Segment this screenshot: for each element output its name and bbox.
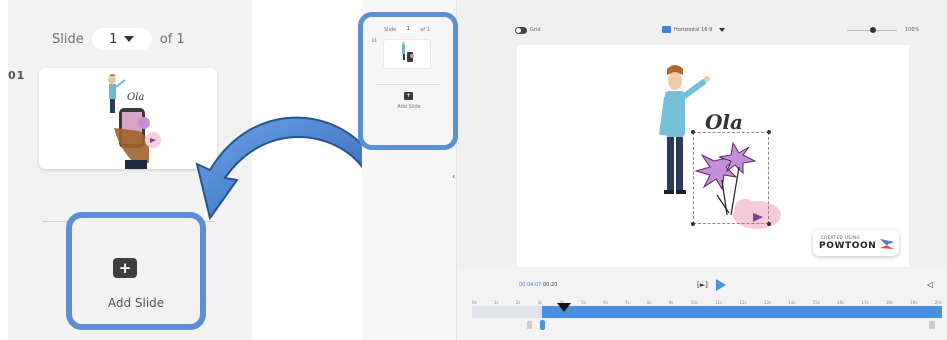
- editor-screenshot: Slide 1 of 1 01 + Add Slide ‹ Grid Horiz…: [358, 0, 947, 340]
- timeline-track[interactable]: [472, 306, 942, 318]
- tutorial-screenshot: Slide 1 of 1 01 Ola + Add Slide Slide 1 …: [0, 0, 947, 340]
- resize-handle[interactable]: [691, 222, 695, 226]
- slide-thumbnail-number: 01: [8, 69, 26, 82]
- add-slide-label: Add Slide: [107, 296, 165, 310]
- playhead-icon[interactable]: [557, 303, 571, 312]
- watermark-brand: POWTOON: [819, 241, 877, 251]
- current-time: 00:04.07: [519, 282, 542, 288]
- slide-number-dropdown[interactable]: 1: [91, 28, 152, 50]
- editor-toolbar: Grid Horizontal 16:9 100%: [457, 0, 947, 44]
- resize-handle[interactable]: [691, 130, 695, 134]
- svg-text:Ola: Ola: [127, 92, 144, 103]
- slide-number-value: 1: [109, 31, 118, 47]
- slide-selector-row: Slide 1 of 1: [52, 28, 185, 50]
- resize-handle[interactable]: [767, 130, 771, 134]
- resize-handle[interactable]: [767, 222, 771, 226]
- ola-text: Ola: [705, 110, 743, 134]
- zoom-level: 100%: [905, 27, 920, 33]
- timeline-marker-icon[interactable]: [527, 321, 532, 329]
- chevron-down-icon: [124, 36, 135, 42]
- watermark-caption: CREATED USING: [821, 235, 861, 240]
- slide-duration-bar[interactable]: [542, 306, 942, 318]
- layout-icon: [662, 26, 671, 33]
- sidebar-highlight: [358, 12, 458, 150]
- powtoon-logo-icon: [880, 239, 894, 249]
- powtoon-watermark: CREATED USING POWTOON: [813, 230, 899, 256]
- selection-box[interactable]: [691, 130, 771, 226]
- slide-canvas[interactable]: Ola CREATED USING POWTOON: [517, 45, 909, 267]
- duration-handle[interactable]: [540, 320, 545, 330]
- slide-total-label: of 1: [159, 31, 185, 47]
- timeline-info-icon[interactable]: [929, 321, 935, 329]
- grid-label: Grid: [530, 27, 541, 33]
- play-scene-label[interactable]: [►]: [697, 281, 708, 289]
- collapse-sidebar-icon[interactable]: ‹: [452, 172, 455, 181]
- volume-icon[interactable]: ◁: [927, 280, 933, 289]
- chevron-down-icon: [719, 28, 725, 32]
- grid-toggle[interactable]: [515, 27, 527, 34]
- timeline-time: 00:04.07 00:20: [519, 282, 557, 288]
- zoom-slider-handle[interactable]: [870, 27, 876, 33]
- layout-dropdown[interactable]: Horizontal 16:9: [674, 27, 712, 33]
- add-slide-button[interactable]: +: [113, 258, 137, 278]
- timeline-panel: 00:04.07 00:20 [►] ◁ 0s 1s 2s 3s 4s 5s 6…: [457, 268, 947, 340]
- slide-label: Slide: [52, 31, 84, 47]
- plus-icon: +: [118, 259, 132, 277]
- total-time: 00:20: [542, 282, 558, 288]
- play-icon[interactable]: [716, 279, 726, 291]
